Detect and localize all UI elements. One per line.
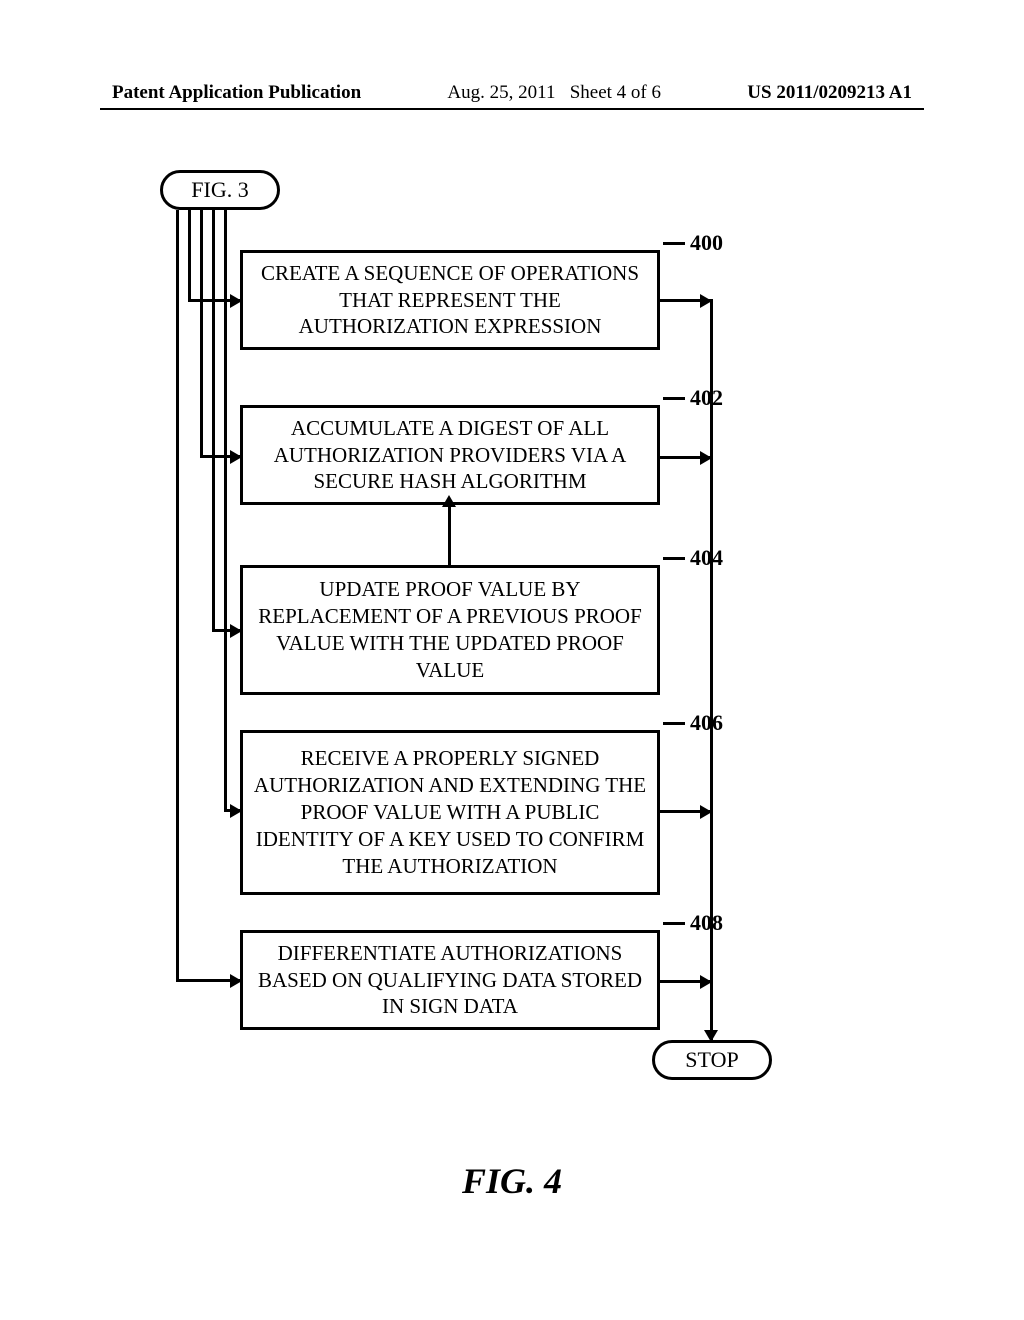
flow-stop-label: STOP	[685, 1047, 738, 1073]
ref-tick	[663, 557, 685, 560]
ref-number-402: 402	[690, 385, 723, 411]
flow-step-text: CREATE A SEQUENCE OF OPERATIONS THAT REP…	[253, 260, 647, 341]
ref-number-400: 400	[690, 230, 723, 256]
ref-tick	[663, 397, 685, 400]
flow-step-text: UPDATE PROOF VALUE BY REPLACEMENT OF A P…	[253, 576, 647, 684]
flow-stop-terminator: STOP	[652, 1040, 772, 1080]
ref-number-408: 408	[690, 910, 723, 936]
header-mid: Aug. 25, 2011 Sheet 4 of 6	[447, 82, 661, 104]
flow-step-404: UPDATE PROOF VALUE BY REPLACEMENT OF A P…	[240, 565, 660, 695]
ref-tick	[663, 722, 685, 725]
header-left: Patent Application Publication	[112, 82, 361, 104]
connector	[188, 210, 191, 302]
flow-step-text: RECEIVE A PROPERLY SIGNED AUTHORIZATION …	[253, 745, 647, 879]
flow-start-terminator: FIG. 3	[160, 170, 280, 210]
flow-step-text: ACCUMULATE A DIGEST OF ALL AUTHORIZATION…	[253, 415, 647, 496]
connector	[212, 210, 215, 632]
ref-number-406: 406	[690, 710, 723, 736]
ref-tick	[663, 242, 685, 245]
header-date: Aug. 25, 2011	[447, 82, 555, 103]
ref-tick	[663, 922, 685, 925]
flow-step-400: CREATE A SEQUENCE OF OPERATIONS THAT REP…	[240, 250, 660, 350]
figure-caption: FIG. 4	[0, 1160, 1024, 1202]
connector	[448, 505, 451, 565]
flow-step-402: ACCUMULATE A DIGEST OF ALL AUTHORIZATION…	[240, 405, 660, 505]
connector	[710, 302, 713, 982]
connector	[200, 210, 203, 458]
page-header: Patent Application Publication Aug. 25, …	[0, 82, 1024, 104]
header-pubno: US 2011/0209213 A1	[747, 82, 912, 104]
connector	[224, 210, 227, 812]
connector	[176, 210, 179, 982]
flow-step-408: DIFFERENTIATE AUTHORIZATIONS BASED ON QU…	[240, 930, 660, 1030]
ref-number-404: 404	[690, 545, 723, 571]
arrowhead-icon	[442, 495, 456, 507]
flow-start-label: FIG. 3	[191, 177, 248, 203]
flow-step-406: RECEIVE A PROPERLY SIGNED AUTHORIZATION …	[240, 730, 660, 895]
header-rule	[100, 108, 924, 110]
header-sheet: Sheet 4 of 6	[570, 82, 661, 103]
flow-step-text: DIFFERENTIATE AUTHORIZATIONS BASED ON QU…	[253, 940, 647, 1021]
flowchart: FIG. 3 CREATE A SEQUENCE OF OPERATIONS T…	[120, 170, 900, 1170]
